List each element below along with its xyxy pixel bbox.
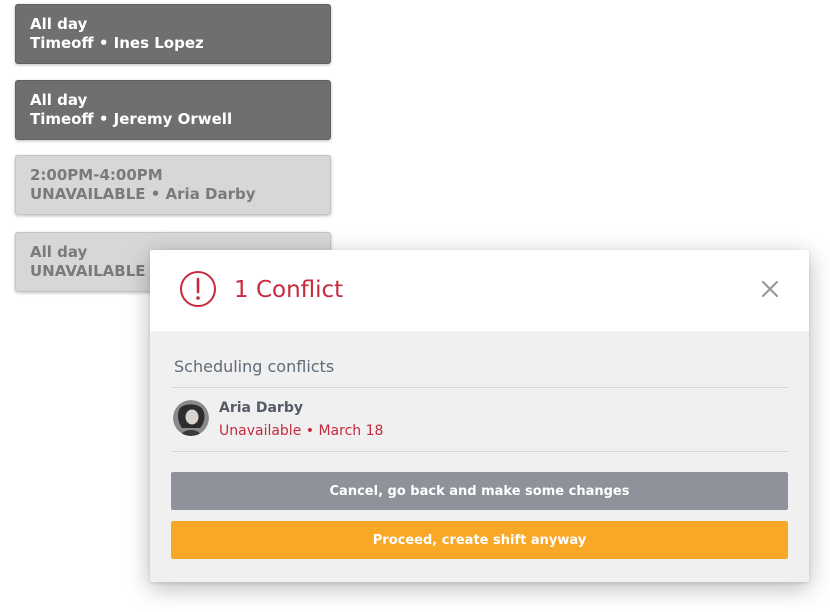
cancel-button[interactable]: Cancel, go back and make some changes	[171, 472, 788, 510]
event-time: 2:00PM-4:00PM	[30, 166, 163, 184]
event-timeoff-ines-lopez[interactable]: All day Timeoff • Ines Lopez	[15, 4, 331, 64]
event-unavailable-aria-darby[interactable]: 2:00PM-4:00PM UNAVAILABLE • Aria Darby	[15, 155, 331, 215]
event-description: Timeoff • Jeremy Orwell	[30, 110, 233, 128]
event-timeoff-jeremy-orwell[interactable]: All day Timeoff • Jeremy Orwell	[15, 80, 331, 140]
avatar	[173, 400, 209, 436]
close-icon[interactable]	[757, 276, 783, 302]
conflict-person-name: Aria Darby	[219, 400, 303, 416]
modal-header: 1 Conflict	[150, 250, 809, 331]
proceed-button[interactable]: Proceed, create shift anyway	[171, 521, 788, 559]
divider	[172, 387, 788, 388]
conflict-modal: 1 Conflict Scheduling conflicts Aria Dar…	[150, 250, 809, 582]
alert-circle-icon	[180, 271, 216, 307]
modal-title: 1 Conflict	[234, 277, 344, 303]
event-time: All day	[30, 91, 88, 109]
event-time: All day	[30, 15, 88, 33]
conflict-detail: Unavailable • March 18	[219, 423, 384, 439]
avatar-photo	[173, 400, 209, 436]
event-description: Timeoff • Ines Lopez	[30, 34, 204, 52]
section-title: Scheduling conflicts	[174, 357, 335, 376]
divider	[172, 451, 788, 452]
event-description: UNAVAILABLE • Aria Darby	[30, 185, 256, 203]
